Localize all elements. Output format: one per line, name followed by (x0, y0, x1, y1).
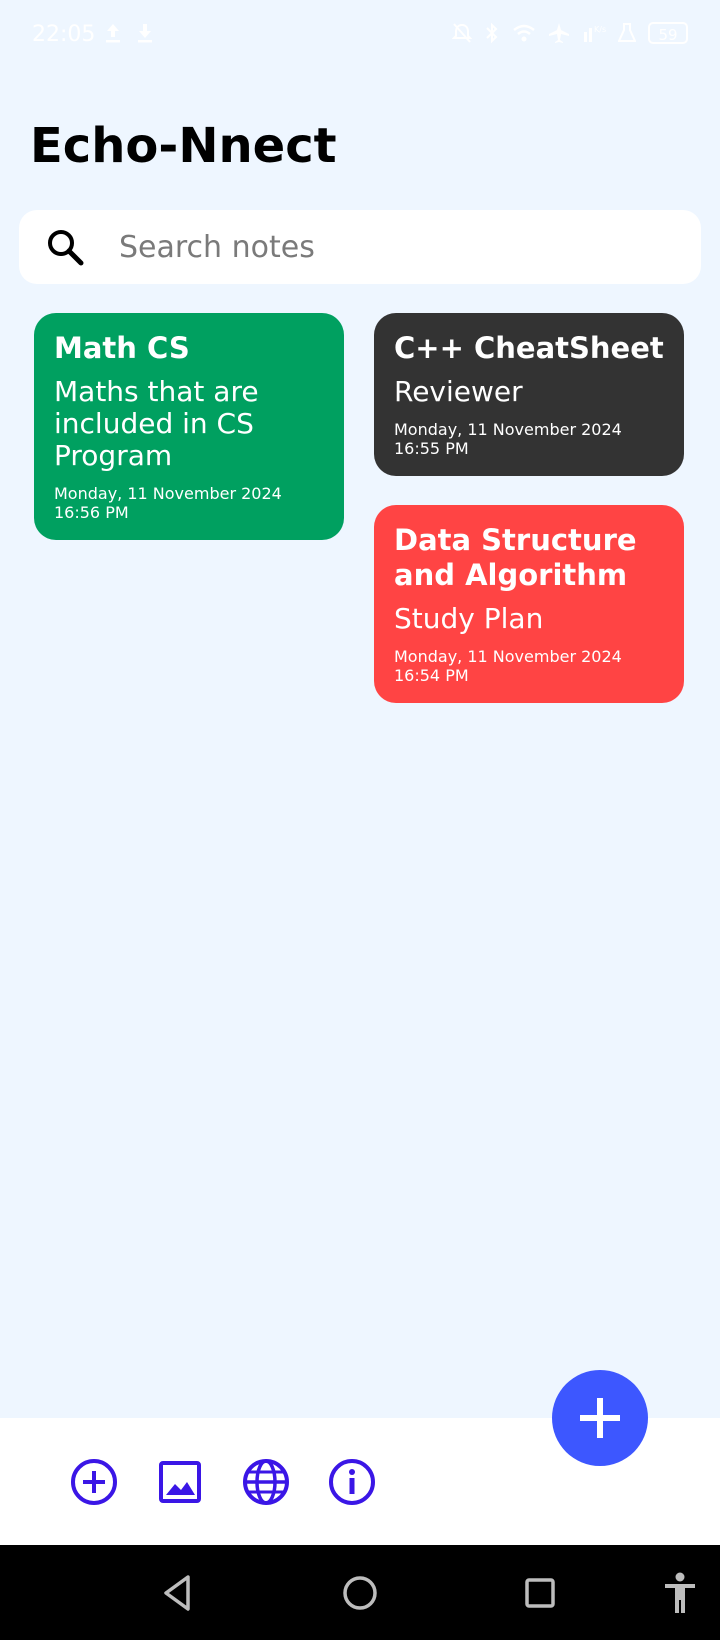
home-button[interactable] (336, 1569, 384, 1617)
note-title: C++ CheatSheet (394, 331, 664, 365)
note-subtitle: Study Plan (394, 602, 544, 635)
note-date: Monday, 11 November 2024 16:56 PM (54, 484, 282, 522)
system-navigation-bar (0, 1545, 720, 1640)
add-note-button[interactable] (66, 1454, 122, 1510)
bell-off-icon (452, 23, 472, 43)
app-title: Echo-Nnect (30, 118, 337, 174)
globe-icon (243, 1459, 289, 1505)
bluetooth-icon (486, 22, 498, 44)
accessibility-button[interactable] (656, 1569, 704, 1617)
recents-button[interactable] (516, 1569, 564, 1617)
battery-indicator: 59 (648, 22, 688, 44)
note-date: Monday, 11 November 2024 16:55 PM (394, 420, 622, 458)
search-bar[interactable] (19, 210, 701, 284)
back-icon (164, 1575, 190, 1611)
status-bar: 22:05 K/s 59 (0, 0, 720, 72)
note-title: Data Structure and Algorithm (394, 523, 637, 592)
home-icon (343, 1576, 377, 1610)
info-button[interactable] (324, 1454, 380, 1510)
data-speed-icon: K/s (584, 25, 606, 42)
upload-icon (106, 24, 120, 43)
note-date: Monday, 11 November 2024 16:54 PM (394, 647, 622, 685)
status-left-icons (104, 22, 154, 44)
plus-icon (580, 1398, 620, 1438)
search-input[interactable] (119, 210, 679, 284)
note-card-data-structure[interactable]: Data Structure and Algorithm Study Plan … (374, 505, 684, 703)
add-image-button[interactable] (152, 1454, 208, 1510)
note-card-math-cs[interactable]: Math CS Maths that are included in CS Pr… (34, 313, 344, 540)
info-icon (329, 1459, 375, 1505)
status-right-icons: K/s 59 (452, 22, 688, 44)
search-icon (48, 230, 84, 266)
add-note-fab[interactable] (552, 1370, 648, 1466)
note-title: Math CS (54, 331, 190, 365)
recents-icon (525, 1578, 555, 1608)
note-subtitle: Reviewer (394, 375, 523, 408)
accessibility-icon (665, 1572, 695, 1613)
add-circle-icon (71, 1459, 117, 1505)
flask-icon (618, 23, 636, 42)
airplane-icon (549, 23, 569, 43)
add-link-button[interactable] (238, 1454, 294, 1510)
download-icon (138, 24, 152, 43)
svg-text:K/s: K/s (594, 25, 606, 34)
back-button[interactable] (154, 1569, 202, 1617)
image-icon (159, 1461, 201, 1503)
note-card-cpp-cheatsheet[interactable]: C++ CheatSheet Reviewer Monday, 11 Novem… (374, 313, 684, 476)
wifi-icon (513, 24, 535, 42)
note-subtitle: Maths that are included in CS Program (54, 375, 259, 472)
status-time: 22:05 (32, 22, 96, 47)
